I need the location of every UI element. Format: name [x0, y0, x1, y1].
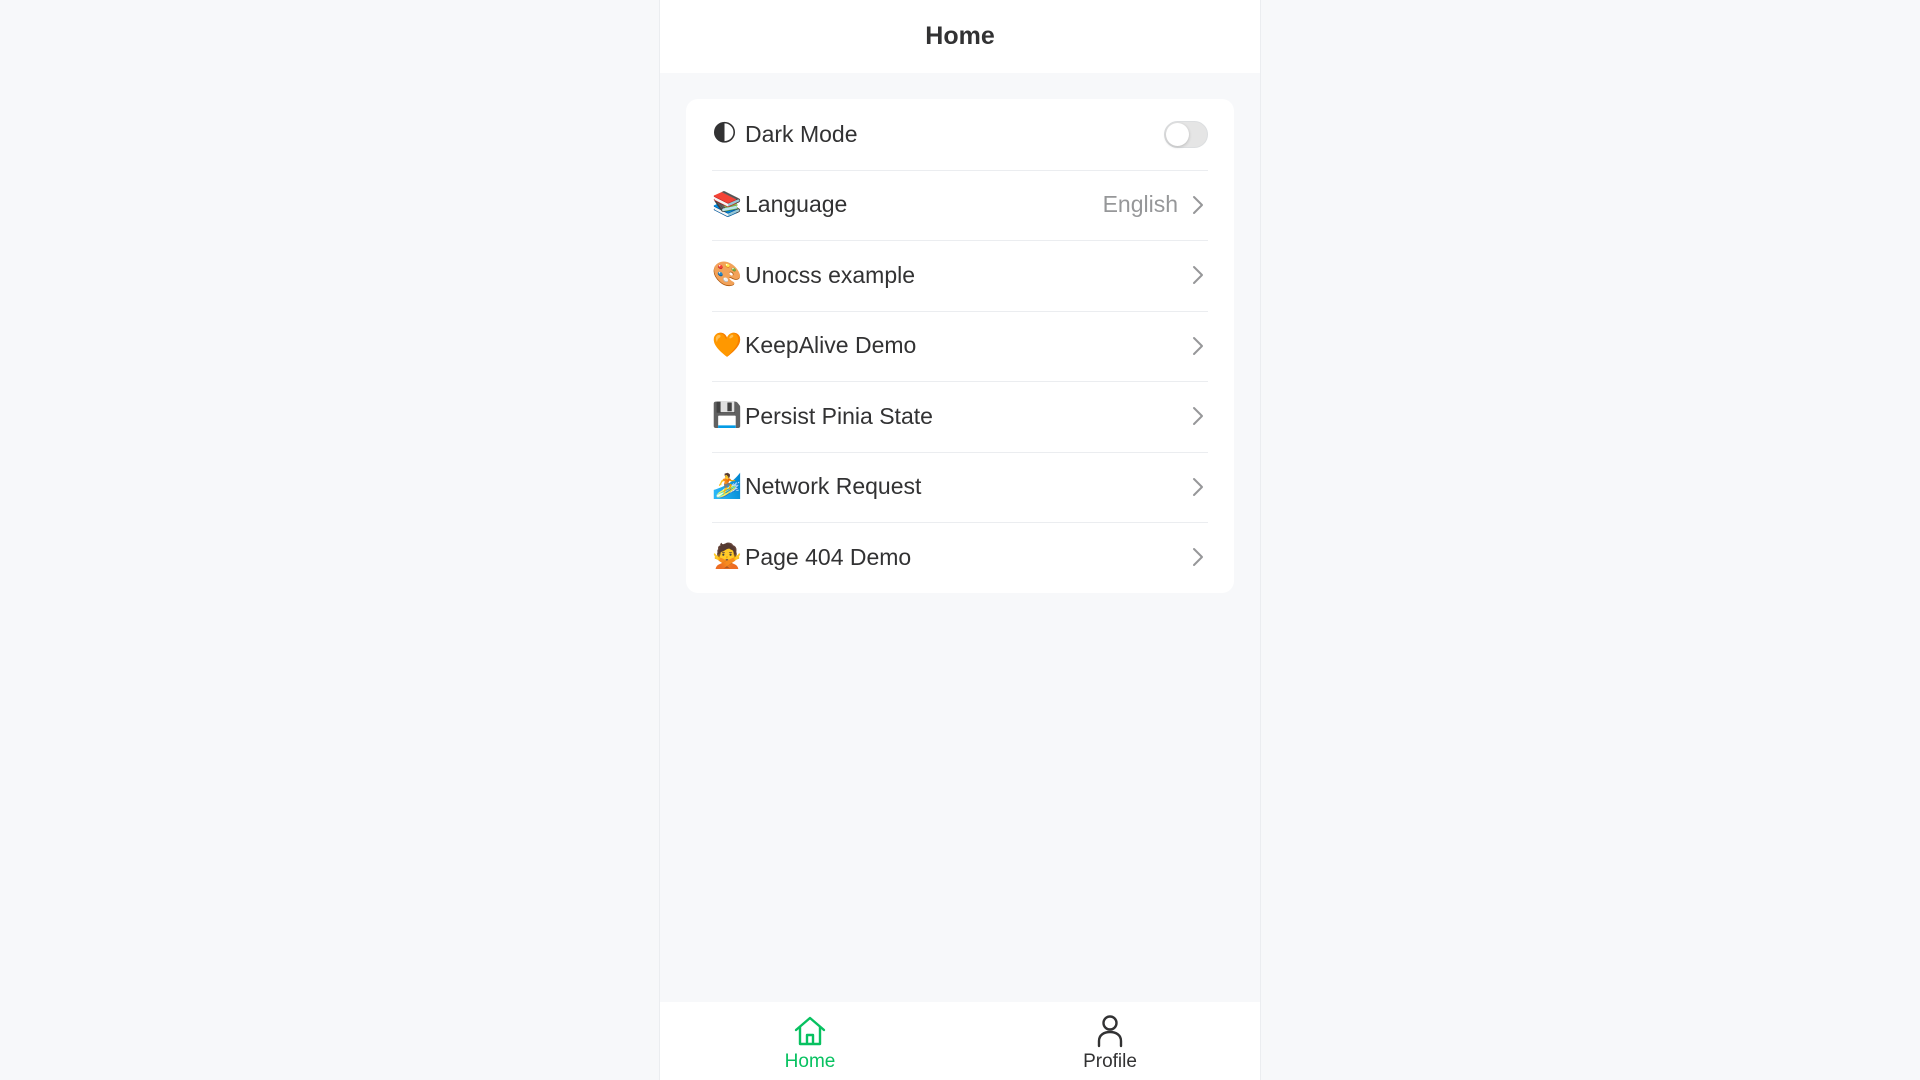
dark-mode-switch[interactable] — [1164, 120, 1208, 148]
tab-bar: Home Profile — [660, 1002, 1260, 1080]
home-icon — [792, 1013, 828, 1049]
chevron-right-icon — [1188, 545, 1208, 569]
cell-title: Dark Mode — [745, 120, 858, 147]
orange-heart-icon: 🧡 — [712, 331, 742, 359]
page-title: Home — [925, 22, 995, 50]
chevron-right-icon — [1188, 475, 1208, 499]
nav-bar: Home — [660, 0, 1260, 73]
cell-title: Language — [745, 191, 848, 218]
cell-network-request[interactable]: 🏄 Network Request — [686, 451, 1234, 523]
language-value: English — [1102, 191, 1178, 218]
cell-persist-pinia-state[interactable]: 💾 Persist Pinia State — [686, 381, 1234, 452]
cell-title: Persist Pinia State — [745, 402, 933, 429]
chevron-right-icon — [1188, 334, 1208, 358]
chevron-right-icon — [1188, 193, 1208, 217]
switch-knob — [1166, 122, 1189, 146]
chevron-right-icon — [1188, 404, 1208, 428]
tab-label: Home — [784, 1051, 836, 1072]
surfer-icon: 🏄 — [712, 472, 742, 500]
cell-title: KeepAlive Demo — [745, 332, 917, 359]
palette-icon: 🎨 — [712, 261, 742, 289]
settings-list: 🌓 Dark Mode 📚 Language English 🎨 Unocss … — [686, 99, 1234, 593]
cell-language[interactable]: 📚 Language English — [686, 169, 1234, 241]
cell-page-404-demo[interactable]: 🙅 Page 404 Demo — [686, 522, 1234, 593]
chevron-right-icon — [1188, 263, 1208, 287]
cell-keepalive-demo[interactable]: 🧡 KeepAlive Demo — [686, 310, 1234, 382]
half-moon-icon: 🌓 — [712, 120, 738, 148]
app-window: Home 🌓 Dark Mode 📚 Language English 🎨 Un… — [659, 0, 1261, 1080]
cell-unocss-example[interactable]: 🎨 Unocss example — [686, 240, 1234, 311]
person-gesturing-no-icon: 🙅 — [712, 543, 742, 571]
cell-title: Unocss example — [745, 261, 916, 288]
tab-label: Profile — [1083, 1051, 1137, 1072]
books-icon: 📚 — [712, 190, 742, 218]
user-icon — [1092, 1013, 1128, 1049]
cell-title: Network Request — [745, 473, 922, 500]
tab-profile[interactable]: Profile — [960, 1002, 1260, 1080]
cell-dark-mode: 🌓 Dark Mode — [686, 99, 1234, 170]
floppy-disk-icon: 💾 — [712, 402, 742, 430]
cell-title: Page 404 Demo — [745, 543, 912, 570]
tab-home[interactable]: Home — [660, 1002, 960, 1080]
